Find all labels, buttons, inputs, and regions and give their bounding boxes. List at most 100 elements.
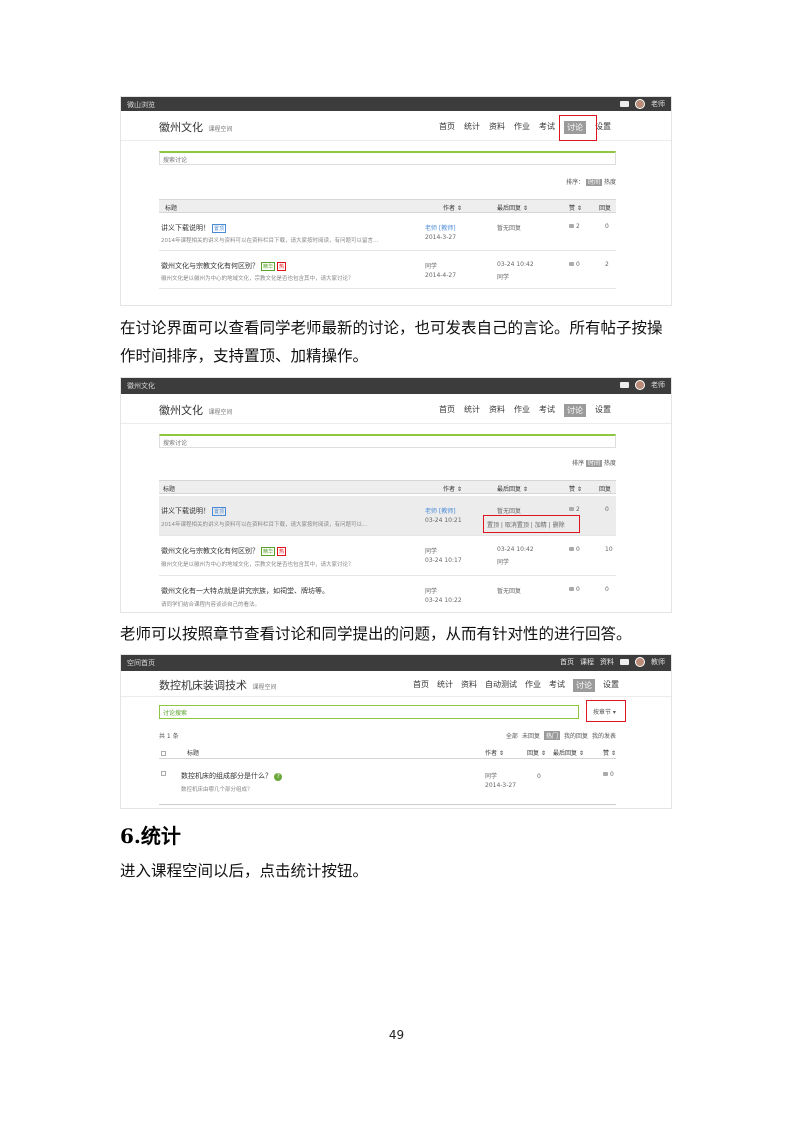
row-author[interactable]: 同学 [425,586,437,595]
nav-settings[interactable]: 设置 [603,679,619,692]
top-bar: 徽州文化 老师 [121,378,671,394]
col-last-reply[interactable]: 最后回复 ⇕ [553,748,584,757]
top-link-home[interactable]: 首页 [560,657,574,667]
highlight-box [483,515,580,533]
course-subtitle: 课程空间 [252,684,277,691]
row-replies: 2 [605,261,609,268]
sort-by-time[interactable]: 时间 [586,460,603,467]
col-author[interactable]: 作者 ⇕ [443,203,462,212]
row-time: 03-24 10:21 [425,517,462,524]
col-last-reply[interactable]: 最后回复 ⇕ [497,484,528,493]
nav-materials[interactable]: 资料 [461,679,477,692]
thumb-up-icon[interactable] [569,262,574,266]
nav-exam[interactable]: 考试 [539,404,555,417]
top-link-materials[interactable]: 资料 [600,657,614,667]
row-title[interactable]: 徽州文化与宗教文化有何区别？ [161,262,259,270]
filter-all[interactable]: 全部 [506,731,518,740]
col-last-reply[interactable]: 最后回复 ⇕ [497,203,528,212]
user-menu[interactable]: 老师 [651,99,665,109]
col-likes[interactable]: 赞 ⇕ [569,484,582,493]
nav-home[interactable]: 首页 [439,404,455,417]
table-row[interactable]: 数控机床的组成部分是什么？ ? 数控机床由哪几个部分组成？ 同学 2014-3-… [159,761,616,805]
row-title[interactable]: 徽州文化与宗教文化有何区别？ [161,547,259,555]
select-all-checkbox[interactable] [161,751,166,756]
nav-auto-test[interactable]: 自动测试 [485,679,517,692]
nav-exam[interactable]: 考试 [549,679,565,692]
top-link-courses[interactable]: 课程 [580,657,594,667]
row-replies: 0 [605,506,609,513]
mail-icon[interactable] [620,659,629,665]
nav-homework[interactable]: 作业 [514,121,530,134]
row-replies: 0 [605,586,609,593]
nav-exam[interactable]: 考试 [539,121,555,134]
pinned-badge: 置顶 [212,507,227,516]
row-title[interactable]: 讲义下载说明！ [161,507,210,515]
nav-discussion[interactable]: 讨论 [564,404,586,417]
mail-icon[interactable] [620,101,629,107]
thumb-up-icon[interactable] [569,507,574,511]
paragraph-2: 老师可以按照章节查看讨论和同学提出的问题，从而有针对性的进行回答。 [120,625,632,643]
nav-settings[interactable]: 设置 [595,404,611,417]
table-row[interactable]: 徽州文化与宗教文化有何区别？ 精华热 徽州文化是以徽州为中心的地域文化，宗教文化是… [159,251,616,289]
table-row[interactable]: 讲义下载说明！ 置顶 2014年课程相关的讲义与资料可以在资料栏目下载，请大家按时… [159,215,616,251]
avatar[interactable] [635,380,645,390]
table-row[interactable]: 徽州文化与宗教文化有何区别？ 精华热 徽州文化是以徽州为中心的地域文化，宗教文化是… [159,536,616,576]
course-subtitle: 课程空间 [208,409,233,416]
avatar[interactable] [635,99,645,109]
filter-my-posts[interactable]: 我的发表 [592,731,616,740]
row-title[interactable]: 数控机床的组成部分是什么？ [181,772,272,780]
sort-by-hot[interactable]: 热度 [604,460,616,467]
col-replies[interactable]: 回复 [599,484,611,493]
row-time: 2014-3-27 [485,782,517,789]
row-author[interactable]: 同学 [485,771,497,780]
thumb-up-icon[interactable] [569,547,574,551]
col-replies[interactable]: 回复 ⇕ [527,748,546,757]
nav-stats[interactable]: 统计 [464,121,480,134]
row-time: 03-24 10:22 [425,597,462,604]
row-author[interactable]: 同学 [425,546,437,555]
nav-materials[interactable]: 资料 [489,121,505,134]
row-author[interactable]: 老师 [教师] [425,506,456,515]
col-author[interactable]: 作者 ⇕ [443,484,462,493]
nav-home[interactable]: 首页 [439,121,455,134]
nav-home[interactable]: 首页 [413,679,429,692]
col-title[interactable]: 标题 [163,484,175,493]
thumb-up-icon[interactable] [569,587,574,591]
highlight-box [586,700,626,722]
search-input[interactable]: 搜索讨论 [159,434,616,448]
nav-materials[interactable]: 资料 [489,404,505,417]
user-menu[interactable]: 老师 [651,380,665,390]
filter-my-replies[interactable]: 我的回复 [564,731,588,740]
nav-discussion[interactable]: 讨论 [573,679,595,692]
row-author[interactable]: 同学 [425,261,437,270]
nav-stats[interactable]: 统计 [464,404,480,417]
col-likes[interactable]: 赞 ⇕ [569,203,582,212]
nav-homework[interactable]: 作业 [525,679,541,692]
col-title[interactable]: 标题 [165,203,177,212]
sort-by-hot[interactable]: 热度 [604,179,616,186]
course-navbar: 徽州文化 课程空间 首页 统计 资料 作业 考试 讨论 设置 [121,394,671,424]
col-author[interactable]: 作者 ⇕ [485,748,504,757]
row-title[interactable]: 徽州文化有一大特点就是讲究宗族，如祠堂、牌坊等。 [161,586,329,596]
user-menu[interactable]: 教师 [651,657,665,667]
col-replies[interactable]: 回复 [599,203,611,212]
row-author[interactable]: 老师 [教师] [425,223,456,232]
avatar[interactable] [635,657,645,667]
nav-settings[interactable]: 设置 [595,121,611,134]
nav-homework[interactable]: 作业 [514,404,530,417]
thumb-up-icon[interactable] [603,772,608,776]
table-row[interactable]: 徽州文化有一大特点就是讲究宗族，如祠堂、牌坊等。 请同学们结合课程内容谈谈自己的… [159,576,616,612]
thumb-up-icon[interactable] [569,224,574,228]
filter-hot[interactable]: 热门 [543,731,560,740]
filter-unreplied[interactable]: 未回复 [522,731,540,740]
col-title[interactable]: 标题 [187,748,199,757]
col-likes[interactable]: 赞 ⇕ [603,748,616,757]
nav-stats[interactable]: 统计 [437,679,453,692]
sort-by-time[interactable]: 时间 [586,179,603,186]
row-checkbox[interactable] [161,771,166,776]
search-input[interactable]: 搜索讨论 [159,151,616,165]
row-likes: 0 [576,586,580,593]
mail-icon[interactable] [620,382,629,388]
search-input[interactable]: 讨论搜索 [159,705,579,719]
row-title[interactable]: 讲义下载说明！ [161,224,210,232]
